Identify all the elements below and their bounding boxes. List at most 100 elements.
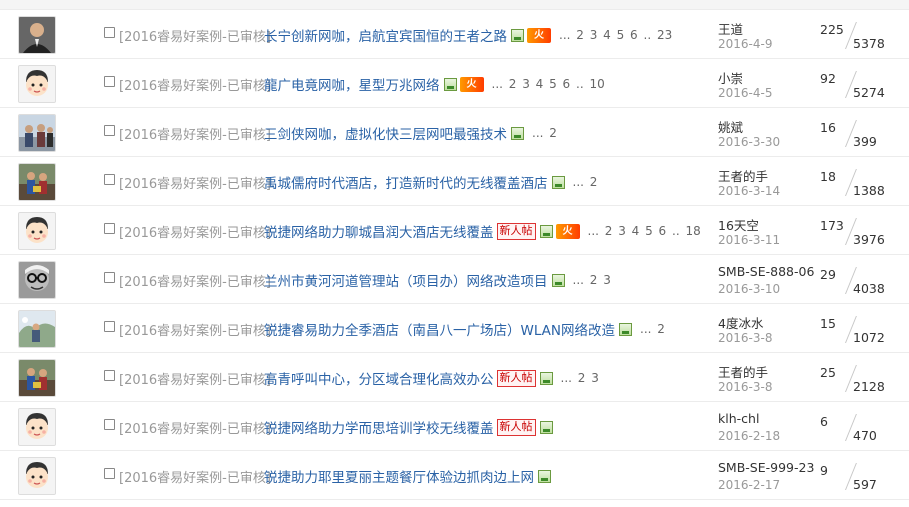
category-label[interactable]: [2016睿易好案例-已审核]	[119, 369, 271, 388]
row-spacer	[74, 370, 90, 384]
topic-icon	[104, 27, 115, 38]
author-link[interactable]: 王道	[718, 19, 743, 38]
author-link[interactable]: SMB-SE-999-23	[718, 460, 814, 475]
thread-list: [2016睿易好案例-已审核] 长宁创新网咖，启航宜宾国恒的王者之路火... 2 …	[0, 10, 909, 500]
page-links[interactable]: ... 2 3 4 5 6 .. 18	[588, 224, 701, 238]
author-link[interactable]: 4度冰水	[718, 313, 763, 332]
image-attachment-icon	[619, 322, 633, 336]
category-label[interactable]: [2016睿易好案例-已审核]	[119, 124, 271, 143]
title-group: 兰州市黄河河道管理站（项目办）网络改造项目 ... 2 3	[264, 270, 611, 290]
author-link[interactable]: 姚斌	[718, 117, 743, 136]
avatar[interactable]	[18, 310, 56, 348]
thread-title-link[interactable]: 兰州市黄河河道管理站（项目办）网络改造项目	[264, 270, 548, 290]
page-links[interactable]: ... 2 3 4 5 6 .. 10	[492, 77, 605, 91]
row-spacer	[74, 321, 90, 335]
title-group: 高青呼叫中心，分区域合理化高效办公 新人帖 ... 2 3	[264, 368, 599, 388]
topic-icon	[104, 223, 115, 234]
view-count: 2128	[853, 379, 885, 394]
image-attachment-icon	[511, 126, 524, 140]
author-link[interactable]: 王者的手	[718, 166, 768, 185]
post-date: 2016-2-17	[718, 478, 781, 492]
view-count: 1072	[853, 330, 885, 345]
reply-count: 173	[820, 218, 844, 233]
row-spacer	[74, 174, 90, 188]
reply-count: 225	[820, 22, 844, 37]
avatar[interactable]	[18, 261, 56, 299]
row-spacer	[74, 419, 90, 433]
post-date: 2016-3-8	[718, 380, 773, 394]
view-count: 1388	[853, 183, 885, 198]
author-link[interactable]: SMB-SE-888-06	[718, 264, 814, 279]
view-count: 5378	[853, 36, 885, 51]
row-spacer	[74, 125, 90, 139]
title-group: 锐捷网络助力聊城昌润大酒店无线覆盖 新人帖 火 ... 2 3 4 5 6 .. 18	[264, 221, 701, 241]
image-attachment-icon	[551, 175, 565, 189]
view-count: 399	[853, 134, 877, 149]
avatar[interactable]	[18, 65, 56, 103]
thread-title-link[interactable]: 三剑侠网咖，虚拟化快三层网吧最强技术	[264, 123, 507, 143]
category-label[interactable]: [2016睿易好案例-已审核]	[119, 222, 271, 241]
post-date: 2016-3-10	[718, 282, 781, 296]
reply-count: 16	[820, 120, 836, 135]
category-label[interactable]: [2016睿易好案例-已审核]	[119, 418, 271, 437]
image-attachment-icon	[511, 28, 524, 42]
image-attachment-icon	[539, 224, 553, 238]
title-group: 禹城儒府时代酒店，打造新时代的无线覆盖酒店 ... 2	[264, 172, 597, 192]
page-links[interactable]: ... 2	[640, 322, 665, 336]
page-links[interactable]: ... 2 3 4 5 6 .. 23	[559, 28, 672, 42]
thread-title-link[interactable]: 长宁创新网咖，启航宜宾国恒的王者之路	[264, 25, 507, 45]
category-label[interactable]: [2016睿易好案例-已审核]	[119, 75, 271, 94]
author-link[interactable]: klh-chl	[718, 411, 759, 426]
thread-row: [2016睿易好案例-已审核] 锐捷网络助力聊城昌润大酒店无线覆盖 新人帖 火 ... …	[0, 206, 909, 255]
reply-count: 92	[820, 71, 836, 86]
category-label[interactable]: [2016睿易好案例-已审核]	[119, 271, 271, 290]
row-spacer	[74, 272, 90, 286]
page-links[interactable]: ... 2 3	[561, 371, 599, 385]
thread-row: [2016睿易好案例-已审核] 锐捷助力耶里夏丽主题餐厅体验边抓肉边上网 SMB-S…	[0, 451, 909, 500]
title-group: 龍广电竟网咖，星型万兆网络 火 ... 2 3 4 5 6 .. 10	[264, 74, 605, 94]
category-label[interactable]: [2016睿易好案例-已审核]	[119, 173, 271, 192]
thread-title-link[interactable]: 高青呼叫中心，分区域合理化高效办公	[264, 368, 494, 388]
author-link[interactable]: 小崇	[718, 68, 743, 87]
author-link[interactable]: 16天空	[718, 215, 759, 234]
title-group: 锐捷助力耶里夏丽主题餐厅体验边抓肉边上网	[264, 466, 551, 486]
thread-row: [2016睿易好案例-已审核] 锐捷睿易助力全季酒店（南昌八一广场店）WLAN网络…	[0, 304, 909, 353]
post-date: 2016-4-5	[718, 86, 773, 100]
avatar[interactable]	[18, 163, 56, 201]
avatar[interactable]	[18, 114, 56, 152]
category-label[interactable]: [2016睿易好案例-已审核]	[119, 320, 271, 339]
thread-row: [2016睿易好案例-已审核] 龍广电竟网咖，星型万兆网络 火 ... 2 3 4 5…	[0, 59, 909, 108]
post-date: 2016-4-9	[718, 37, 773, 51]
page-links[interactable]: ... 2	[532, 126, 557, 140]
thread-row: [2016睿易好案例-已审核] 高青呼叫中心，分区域合理化高效办公 新人帖 ... 2…	[0, 353, 909, 402]
thread-title-link[interactable]: 锐捷网络助力聊城昌润大酒店无线覆盖	[264, 221, 494, 241]
avatar[interactable]	[18, 457, 56, 495]
avatar[interactable]	[18, 16, 56, 54]
image-attachment-icon	[539, 371, 553, 385]
avatar[interactable]	[18, 359, 56, 397]
topic-icon	[104, 76, 115, 87]
category-label[interactable]: [2016睿易好案例-已审核]	[119, 467, 271, 486]
thread-row: [2016睿易好案例-已审核] 禹城儒府时代酒店，打造新时代的无线覆盖酒店 ... …	[0, 157, 909, 206]
thread-row: [2016睿易好案例-已审核] 三剑侠网咖，虚拟化快三层网吧最强技术 ... 2 姚斌…	[0, 108, 909, 157]
new-user-post-badge: 新人帖	[496, 418, 536, 436]
view-count: 4038	[853, 281, 885, 296]
thread-title-link[interactable]: 禹城儒府时代酒店，打造新时代的无线覆盖酒店	[264, 172, 548, 192]
thread-row: [2016睿易好案例-已审核] 长宁创新网咖，启航宜宾国恒的王者之路 火 ... 2 …	[0, 10, 909, 59]
thread-title-link[interactable]: 锐捷助力耶里夏丽主题餐厅体验边抓肉边上网	[264, 466, 534, 486]
title-group: 长宁创新网咖，启航宜宾国恒的王者之路 火 ... 2 3 4 5 6 .. 23	[264, 25, 672, 45]
new-user-post-badge: 新人帖	[496, 222, 536, 240]
avatar[interactable]	[18, 212, 56, 250]
new-user-post-badge: 新人帖	[496, 369, 536, 387]
reply-count: 9	[820, 463, 828, 478]
page-links[interactable]: ... 2	[573, 175, 598, 189]
category-label[interactable]: [2016睿易好案例-已审核]	[119, 26, 271, 45]
author-link[interactable]: 王者的手	[718, 362, 768, 381]
thread-title-link[interactable]: 锐捷网络助力学而思培训学校无线覆盖	[264, 417, 494, 437]
thread-title-link[interactable]: 锐捷睿易助力全季酒店（南昌八一广场店）WLAN网络改造	[264, 319, 615, 339]
thread-title-link[interactable]: 龍广电竟网咖，星型万兆网络	[264, 74, 440, 94]
row-spacer	[74, 468, 90, 482]
avatar[interactable]	[18, 408, 56, 446]
page-links[interactable]: ... 2 3	[573, 273, 611, 287]
topic-icon	[104, 370, 115, 381]
